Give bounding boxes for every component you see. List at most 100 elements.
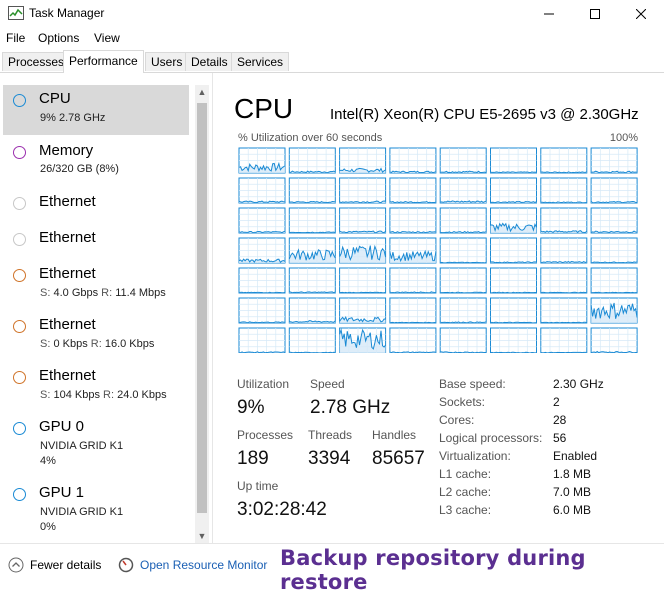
- virtualization-value: Enabled: [553, 449, 598, 463]
- tab-details[interactable]: Details: [185, 52, 234, 71]
- resource-ethernet-4[interactable]: Ethernet S: 0 Kbps R: 16.0 Kbps: [3, 311, 189, 359]
- window-title: Task Manager: [29, 6, 105, 20]
- core-graph-22: [540, 207, 588, 234]
- core-graph-8: [238, 177, 286, 204]
- handles-value: 85657: [372, 448, 425, 469]
- core-graph-18: [339, 207, 387, 234]
- core-graph-20: [439, 207, 487, 234]
- resource-monitor-label: Open Resource Monitor: [140, 558, 268, 572]
- tab-performance[interactable]: Performance: [63, 50, 144, 73]
- resource-cpu[interactable]: CPU 9% 2.78 GHz: [3, 85, 189, 135]
- resource-memory[interactable]: Memory 26/320 GB (8%): [3, 137, 189, 185]
- handles-label: Handles: [372, 428, 417, 442]
- core-graph-line: [289, 351, 336, 353]
- core-graph-25: [288, 237, 336, 264]
- l3-cache-label: L3 cache:: [439, 503, 492, 517]
- resource-detail: S: 104 Kbps R: 24.0 Kbps: [40, 389, 167, 401]
- core-graph-29: [490, 237, 537, 264]
- core-graph-17: [288, 207, 336, 234]
- core-graph-13: [490, 177, 537, 204]
- cores-label: Cores:: [439, 413, 475, 427]
- maximize-button[interactable]: [572, 0, 618, 28]
- core-graph-45: [490, 297, 537, 324]
- cpu-detail-panel: CPU Intel(R) Xeon(R) CPU E5-2695 v3 @ 2.…: [212, 73, 664, 543]
- core-graph-46: [540, 297, 588, 324]
- scroll-up-icon[interactable]: ▲: [195, 85, 209, 99]
- ethernet-indicator-icon: [13, 197, 26, 210]
- send-label: S:: [40, 287, 51, 299]
- uptime-value: 3:02:28:42: [237, 499, 327, 520]
- core-graph-30: [540, 237, 588, 264]
- core-graph-15: [590, 177, 638, 204]
- menu-file[interactable]: File: [6, 31, 25, 45]
- core-graph-51: [389, 327, 437, 353]
- resource-name: GPU 1: [39, 484, 85, 501]
- core-graph-line: [440, 291, 487, 294]
- menu-view[interactable]: View: [94, 31, 120, 45]
- task-manager-icon: [8, 6, 24, 20]
- tab-users[interactable]: Users: [145, 52, 189, 71]
- core-graph-35: [389, 267, 437, 294]
- processes-label: Processes: [237, 428, 294, 442]
- send-rate: 0 Kbps: [53, 338, 88, 350]
- scroll-down-icon[interactable]: ▼: [195, 529, 209, 543]
- resource-ethernet-1[interactable]: Ethernet: [3, 188, 189, 222]
- core-graph-34: [339, 267, 387, 294]
- l2-cache-value: 7.0 MB: [553, 485, 592, 499]
- minimize-button[interactable]: [526, 0, 572, 28]
- fewer-details-button[interactable]: Fewer details: [8, 557, 101, 573]
- menu-options[interactable]: Options: [38, 31, 79, 45]
- core-graph-44: [439, 297, 487, 324]
- core-graph-9: [288, 177, 336, 204]
- receive-label: R:: [101, 287, 113, 299]
- resource-name: Memory: [39, 142, 94, 159]
- tab-processes[interactable]: Processes: [2, 52, 71, 71]
- resource-ethernet-3[interactable]: Ethernet S: 4.0 Gbps R: 11.4 Mbps: [3, 260, 189, 308]
- send-rate: 4.0 Gbps: [53, 287, 99, 299]
- core-graph-23: [590, 207, 638, 234]
- core-graph-line: [490, 321, 537, 324]
- resource-list: CPU 9% 2.78 GHz Memory 26/320 GB (8%) Et…: [0, 73, 213, 543]
- menu-bar: File Options View: [0, 28, 664, 48]
- resource-monitor-icon: [118, 557, 134, 573]
- core-graph-line: [540, 351, 587, 353]
- core-graph-5: [490, 147, 537, 174]
- cpu-model: Intel(R) Xeon(R) CPU E5-2695 v3 @ 2.30GH…: [330, 106, 639, 123]
- send-label: S:: [40, 338, 51, 350]
- receive-rate: 16.0 Kbps: [104, 338, 155, 350]
- receive-label: R:: [90, 338, 102, 350]
- close-button[interactable]: [618, 0, 664, 28]
- threads-value: 3394: [308, 448, 351, 469]
- core-graphs-grid: [238, 147, 638, 353]
- resource-name: Ethernet: [39, 367, 96, 384]
- receive-label: R:: [103, 389, 115, 401]
- resource-ethernet-2[interactable]: Ethernet: [3, 224, 189, 258]
- resource-usage: 0%: [40, 521, 56, 533]
- core-graph-line: [540, 321, 587, 324]
- resource-ethernet-5[interactable]: Ethernet S: 104 Kbps R: 24.0 Kbps: [3, 362, 189, 410]
- overlay-caption: Backup repository during restore: [280, 546, 586, 594]
- page-title: CPU: [234, 93, 294, 124]
- core-graph-54: [540, 327, 588, 353]
- resource-gpu-0[interactable]: GPU 0 NVIDIA GRID K1 4%: [3, 413, 189, 473]
- resource-list-scrollbar[interactable]: ▲ ▼: [195, 85, 209, 543]
- resource-name: GPU 0: [39, 418, 85, 435]
- open-resource-monitor-link[interactable]: Open Resource Monitor: [118, 557, 267, 573]
- core-graph-31: [590, 237, 638, 264]
- core-graph-12: [439, 177, 487, 204]
- close-icon: [636, 9, 646, 19]
- core-graph-55: [590, 327, 638, 353]
- base-speed-label: Base speed:: [439, 377, 506, 391]
- tab-services[interactable]: Services: [231, 52, 290, 71]
- send-label: S:: [40, 389, 51, 401]
- send-rate: 104 Kbps: [53, 389, 100, 401]
- resource-name: Ethernet: [39, 316, 96, 333]
- resource-gpu-1[interactable]: GPU 1 NVIDIA GRID K1 0%: [3, 479, 189, 539]
- tab-bar: Processes Performance Users Details Serv…: [0, 50, 664, 73]
- scroll-thumb[interactable]: [197, 103, 207, 513]
- gpu-indicator-icon: [13, 488, 26, 501]
- ethernet-indicator-icon: [13, 320, 26, 333]
- core-graph-36: [439, 267, 487, 294]
- core-graph-37: [490, 267, 537, 294]
- core-graph-2: [339, 147, 387, 174]
